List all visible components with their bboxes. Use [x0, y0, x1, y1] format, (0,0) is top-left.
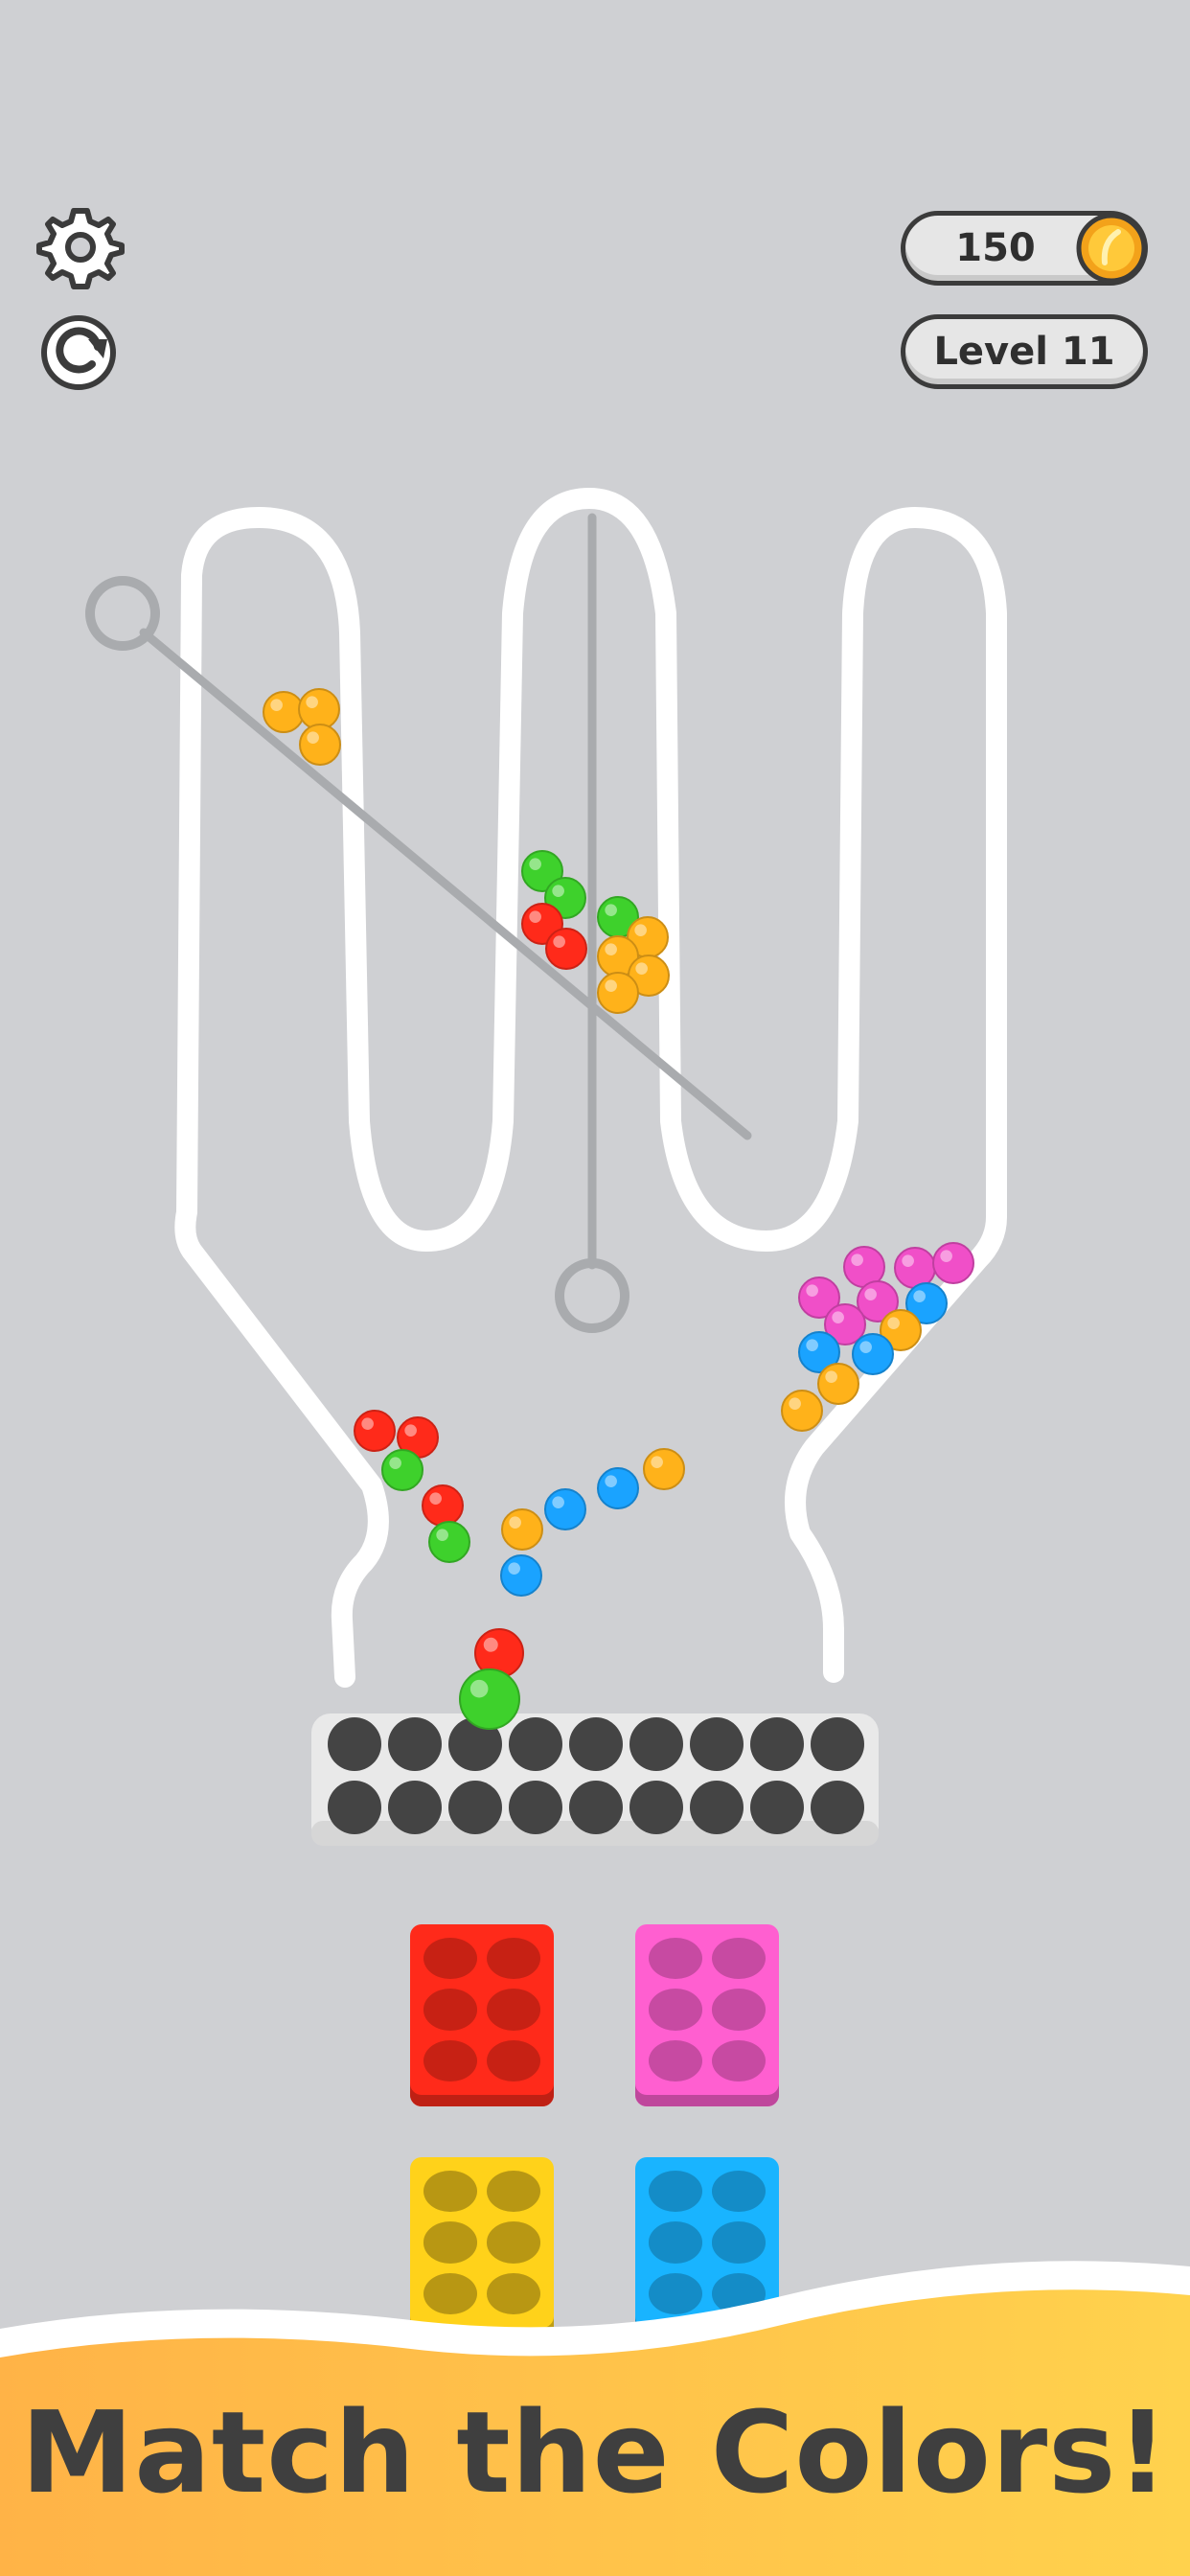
green-ball: [428, 1521, 470, 1563]
yellow-tray[interactable]: [410, 2157, 554, 2339]
pink-tray[interactable]: [635, 1924, 779, 2106]
level-indicator: Level 11: [901, 314, 1148, 389]
red-ball: [354, 1410, 396, 1452]
restart-button[interactable]: [34, 305, 126, 397]
tray-hole: [649, 2171, 702, 2213]
tray-hole: [712, 1938, 766, 1980]
empty-slot: [509, 1717, 562, 1771]
tray-hole: [423, 2171, 477, 2213]
empty-slot: [811, 1717, 864, 1771]
tray-hole: [487, 2039, 540, 2082]
coin-counter: 150: [901, 211, 1148, 286]
empty-slot: [448, 1781, 502, 1834]
orange-ball: [299, 724, 341, 766]
orange-ball: [643, 1448, 685, 1490]
tray-hole: [649, 2272, 702, 2314]
empty-slot: [811, 1781, 864, 1834]
orange-ball: [501, 1508, 543, 1551]
orange-ball: [781, 1390, 823, 1432]
tray-hole: [712, 2171, 766, 2213]
tray-hole: [649, 2221, 702, 2264]
empty-slot: [629, 1717, 683, 1771]
blue-tray[interactable]: [635, 2157, 779, 2339]
empty-slot: [569, 1781, 623, 1834]
red-ball: [545, 928, 587, 970]
empty-slot: [750, 1717, 804, 1771]
level-label: Level 11: [933, 330, 1115, 374]
pink-ball: [932, 1242, 974, 1284]
empty-slot: [629, 1781, 683, 1834]
coin-icon: [1076, 213, 1147, 284]
tray-hole: [487, 2221, 540, 2264]
empty-slot: [690, 1717, 744, 1771]
empty-slot: [388, 1717, 442, 1771]
blue-ball: [544, 1488, 586, 1530]
pink-ball: [894, 1247, 936, 1289]
tray-hole: [712, 2272, 766, 2314]
tray-hole: [712, 2221, 766, 2264]
empty-slot: [328, 1781, 381, 1834]
tray-hole: [487, 1938, 540, 1980]
empty-slot: [690, 1781, 744, 1834]
red-tray[interactable]: [410, 1924, 554, 2106]
tray-hole: [487, 1989, 540, 2031]
empty-slot: [388, 1781, 442, 1834]
banner-title: Match the Colors!: [20, 2386, 1170, 2518]
empty-slot: [569, 1717, 623, 1771]
tray-hole: [487, 2171, 540, 2213]
tray-hole: [649, 1989, 702, 2031]
gear-icon: [36, 208, 125, 289]
blue-ball: [500, 1554, 542, 1597]
coin-count: 150: [955, 226, 1036, 270]
restart-icon: [41, 315, 116, 390]
orange-ball: [263, 691, 305, 733]
red-ball: [422, 1484, 464, 1527]
tray-hole: [712, 2039, 766, 2082]
tray-hole: [712, 1989, 766, 2031]
tray-hole: [423, 2039, 477, 2082]
empty-slot: [750, 1781, 804, 1834]
blue-ball: [597, 1467, 639, 1509]
green-ball: [381, 1449, 423, 1491]
settings-button[interactable]: [34, 201, 126, 293]
orange-ball: [817, 1363, 859, 1405]
orange-ball: [597, 972, 639, 1014]
green-ball: [459, 1668, 520, 1730]
tray-hole: [423, 1938, 477, 1980]
empty-slot: [328, 1717, 381, 1771]
tray-hole: [649, 1938, 702, 1980]
tray-hole: [423, 2221, 477, 2264]
tray-hole: [487, 2272, 540, 2314]
blue-ball: [852, 1333, 894, 1375]
orange-ball: [298, 688, 340, 730]
tray-hole: [649, 2039, 702, 2082]
tray-hole: [423, 2272, 477, 2314]
tray-hole: [423, 1989, 477, 2031]
empty-slot: [509, 1781, 562, 1834]
